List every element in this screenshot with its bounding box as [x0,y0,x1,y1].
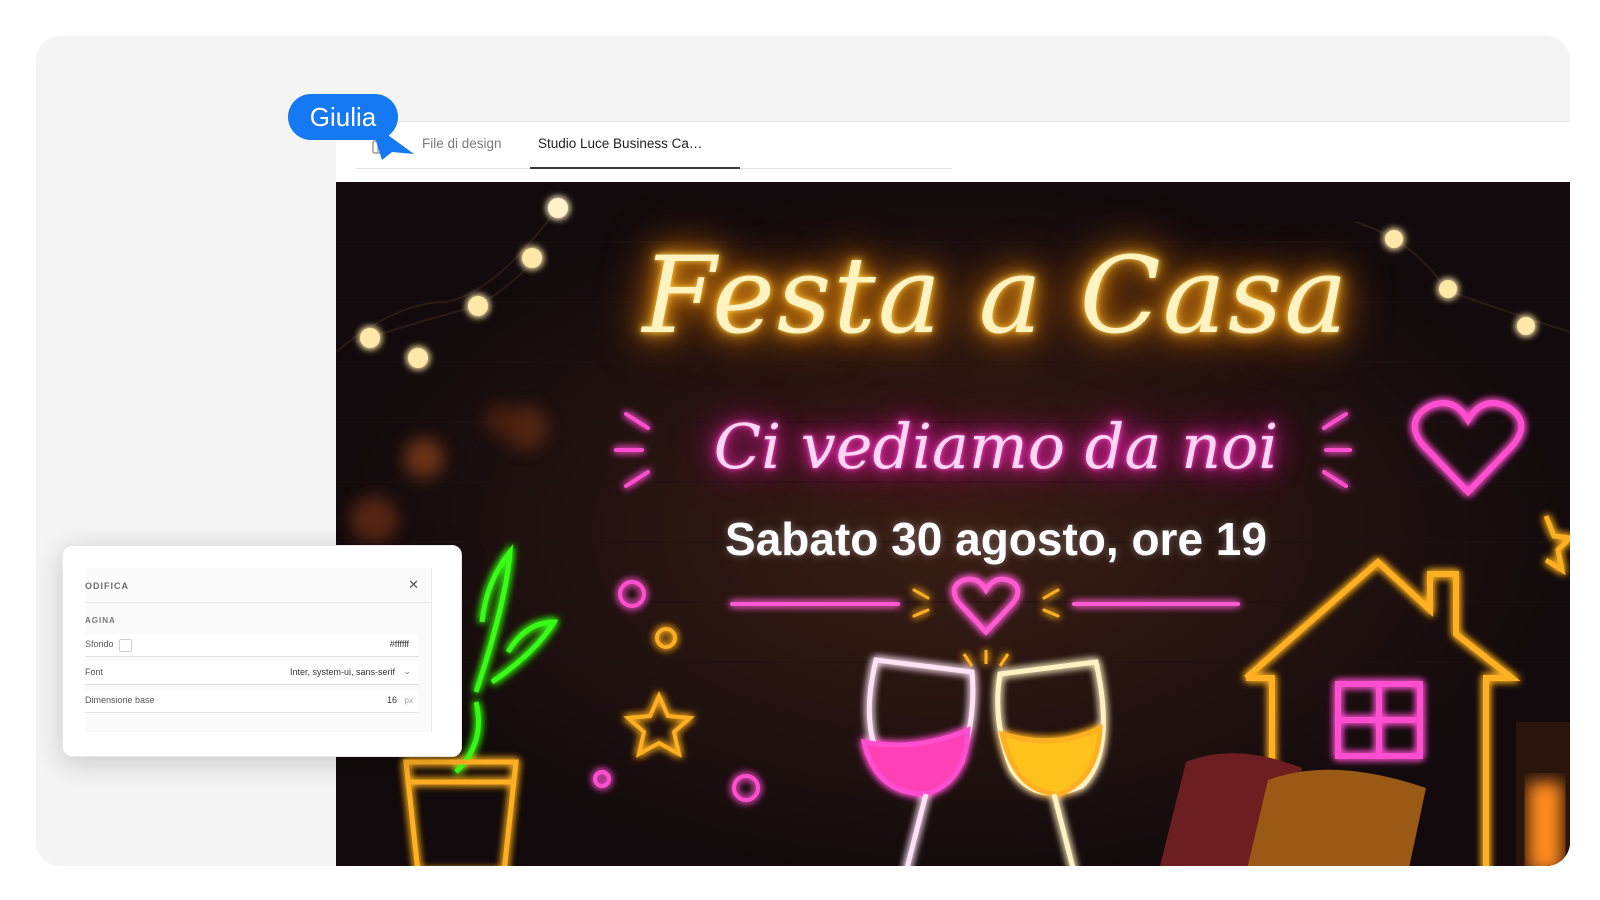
field-background[interactable]: Sfondo #ffffff [85,634,419,657]
section-title-page: AGINA [85,616,116,625]
edit-panel: ODIFICA ✕ AGINA Sfondo #ffffff Font Inte… [62,545,462,757]
field-base-size[interactable]: Dimensione base 16 px [85,690,419,713]
active-tab-indicator [530,167,740,169]
field-label: Font [85,667,104,677]
edit-panel-title: ODIFICA [85,581,129,591]
color-swatch[interactable] [119,639,132,652]
tab-bar: File di design Studio Luce Business Ca… [356,122,952,169]
field-label: Sfondo [85,639,114,649]
design-title[interactable]: Festa a Casa [336,234,1570,357]
design-window: File di design Studio Luce Business Ca… [336,121,1570,866]
base-size-input[interactable]: 16 [387,695,397,705]
chevron-down-icon[interactable]: ⌄ [403,666,411,677]
tab-design-files[interactable]: File di design [422,136,502,151]
background-color-value[interactable]: #ffffff [390,639,409,649]
design-subtitle[interactable]: Ci vediamo da noi [336,410,1570,483]
font-select-value[interactable]: Inter, system-ui, sans-serif [290,667,395,677]
lantern [1516,722,1570,866]
close-icon[interactable]: ✕ [408,577,419,593]
tab-business-card[interactable]: Studio Luce Business Ca… [538,136,702,151]
divider [85,602,431,603]
unit-label: px [404,696,413,705]
design-canvas[interactable]: Festa a Casa Ci vediamo da noi Sabato 30… [336,182,1570,866]
field-font[interactable]: Font Inter, system-ui, sans-serif ⌄ [85,662,419,685]
field-label: Dimensione base [85,695,155,705]
design-date-line[interactable]: Sabato 30 agosto, ore 19 [336,512,1570,566]
collaborator-badge: Giulia [288,94,398,140]
edit-panel-body: ODIFICA ✕ AGINA Sfondo #ffffff Font Inte… [85,568,432,732]
